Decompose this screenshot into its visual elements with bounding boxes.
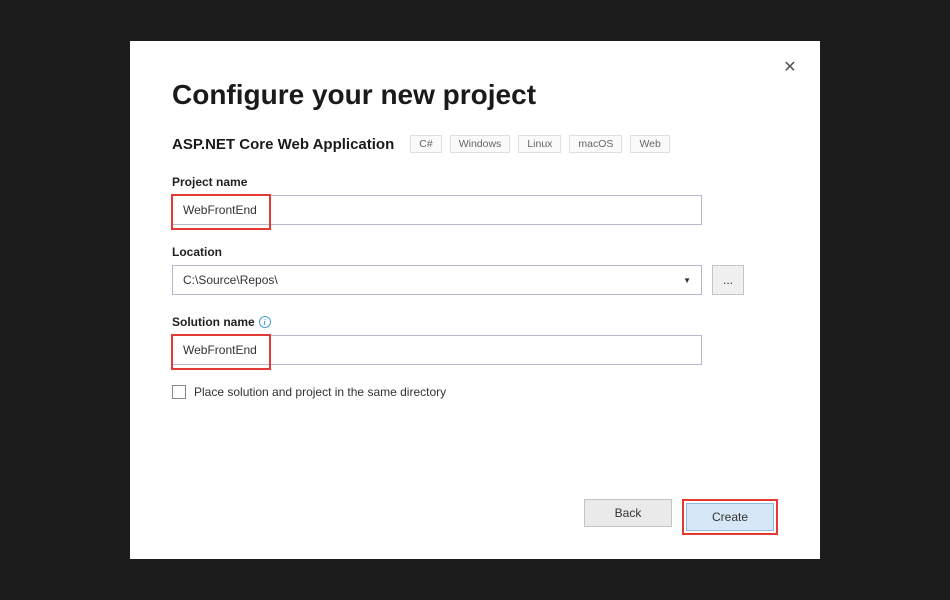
same-directory-row: Place solution and project in the same d…: [172, 385, 778, 399]
tag-windows: Windows: [450, 135, 511, 153]
dialog-footer: Back Create: [584, 499, 778, 535]
close-icon: ✕: [783, 57, 796, 77]
tag-csharp: C#: [410, 135, 441, 153]
solution-name-input[interactable]: [172, 335, 702, 365]
dialog-title: Configure your new project: [172, 79, 778, 111]
info-icon[interactable]: i: [259, 316, 271, 328]
tag-macos: macOS: [569, 135, 622, 153]
location-value: C:\Source\Repos\: [183, 273, 278, 287]
ellipsis-icon: ...: [723, 273, 733, 287]
same-directory-label: Place solution and project in the same d…: [194, 385, 446, 399]
project-name-input[interactable]: [172, 195, 702, 225]
back-button[interactable]: Back: [584, 499, 672, 527]
tag-linux: Linux: [518, 135, 561, 153]
location-group: Location C:\Source\Repos\ ▼ ...: [172, 245, 778, 295]
template-name: ASP.NET Core Web Application: [172, 136, 394, 153]
create-button-highlight: Create: [682, 499, 778, 535]
template-tags: C# Windows Linux macOS Web: [410, 135, 670, 153]
location-dropdown[interactable]: C:\Source\Repos\ ▼: [172, 265, 702, 295]
tag-web: Web: [630, 135, 669, 153]
same-directory-checkbox[interactable]: [172, 385, 186, 399]
location-label: Location: [172, 245, 778, 259]
create-button[interactable]: Create: [686, 503, 774, 531]
close-button[interactable]: ✕: [780, 57, 800, 77]
chevron-down-icon: ▼: [683, 276, 691, 285]
browse-button[interactable]: ...: [712, 265, 744, 295]
project-name-label: Project name: [172, 175, 778, 189]
solution-name-group: Solution name i: [172, 315, 778, 365]
template-info-row: ASP.NET Core Web Application C# Windows …: [172, 135, 778, 153]
solution-name-label: Solution name i: [172, 315, 778, 329]
configure-project-dialog: ✕ Configure your new project ASP.NET Cor…: [130, 41, 820, 559]
project-name-group: Project name: [172, 175, 778, 225]
